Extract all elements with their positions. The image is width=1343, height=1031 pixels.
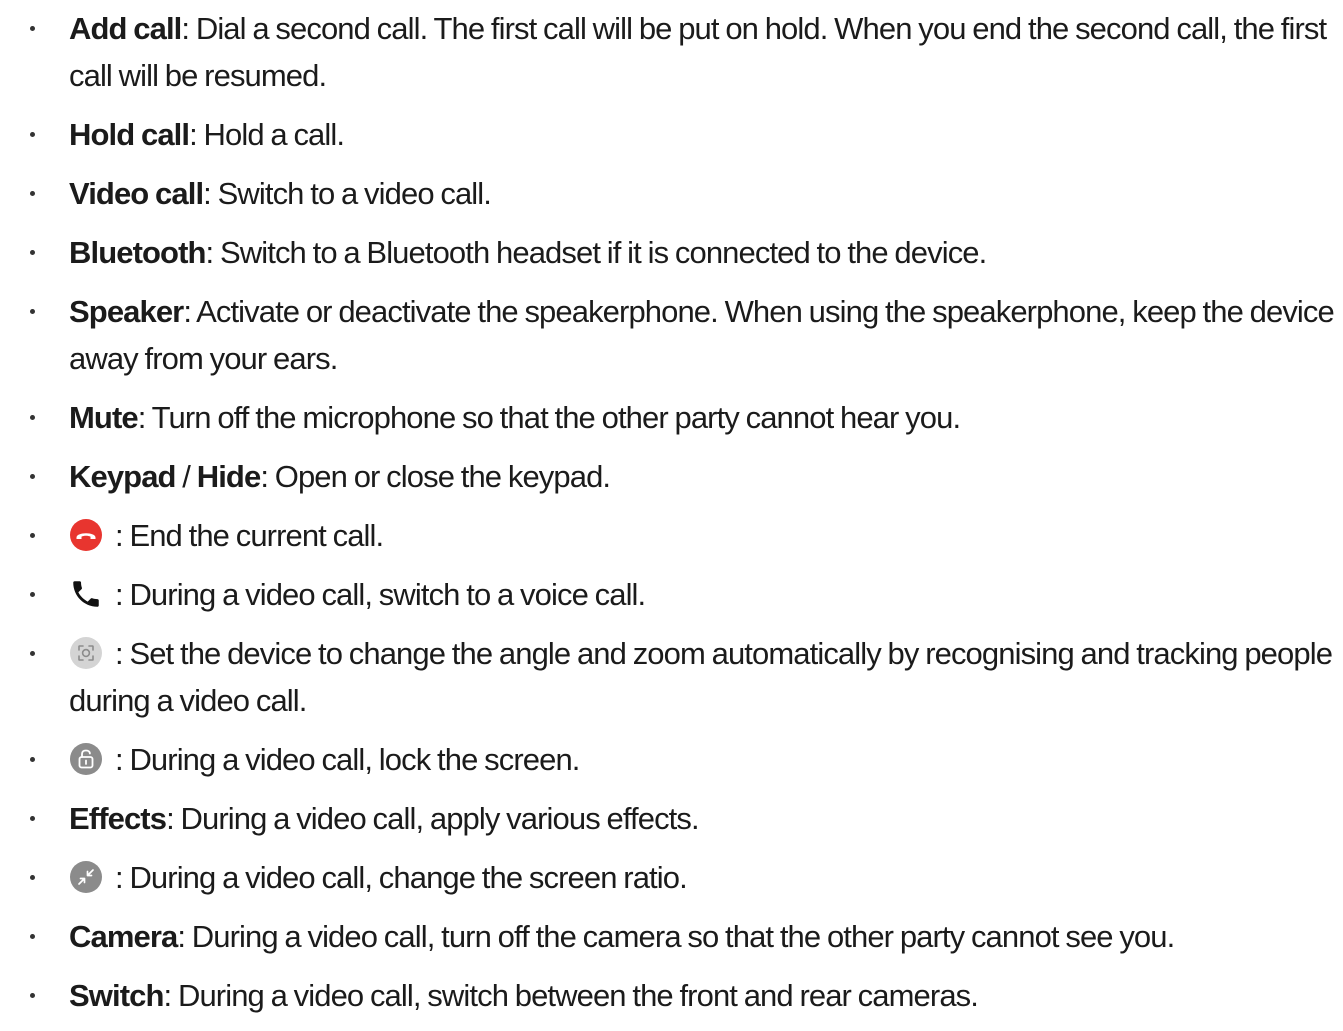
description: Switch to a Bluetooth headset if it is c… <box>219 235 987 270</box>
description: During a video call, switch to a voice c… <box>129 577 646 612</box>
bullet <box>30 132 35 137</box>
description: Turn off the microphone so that the othe… <box>151 400 961 435</box>
separator: : <box>166 801 181 836</box>
list-item-voice-call: : During a video call, switch to a voice… <box>0 571 1343 618</box>
separator: : <box>177 919 192 954</box>
list-item-effects: Effects: During a video call, apply vari… <box>0 795 1343 842</box>
call-options-list: Add call: Dial a second call. The first … <box>0 5 1343 1031</box>
separator: : <box>115 860 130 895</box>
phone-icon <box>69 577 103 611</box>
term-mute: Mute <box>69 400 139 435</box>
separator: : <box>203 176 218 211</box>
list-item-mute: Mute: Turn off the microphone so that th… <box>0 394 1343 441</box>
description: Set the device to change the angle and z… <box>69 636 1333 718</box>
description: Hold a call. <box>203 117 345 152</box>
separator: : <box>115 577 130 612</box>
lock-icon <box>69 742 103 776</box>
list-item-video-call: Video call: Switch to a video call. <box>0 170 1343 217</box>
list-item-add-call: Add call: Dial a second call. The first … <box>0 5 1343 99</box>
bullet <box>30 816 35 821</box>
bullet <box>30 533 35 538</box>
bullet <box>30 875 35 880</box>
separator: : <box>163 978 178 1013</box>
separator: : <box>260 459 275 494</box>
separator: : <box>115 518 130 553</box>
bullet <box>30 415 35 420</box>
separator: : <box>137 400 152 435</box>
list-item-camera: Camera: During a video call, turn off th… <box>0 913 1343 960</box>
term-bluetooth: Bluetooth <box>69 235 206 270</box>
bullet <box>30 993 35 998</box>
auto-framing-icon <box>69 636 103 670</box>
term-hold-call: Hold call <box>69 117 190 152</box>
bullet <box>30 592 35 597</box>
bullet <box>30 934 35 939</box>
term-camera: Camera <box>69 919 178 954</box>
list-item-speaker: Speaker: Activate or deactivate the spea… <box>0 288 1343 382</box>
description: During a video call, switch between the … <box>177 978 979 1013</box>
separator: : <box>205 235 220 270</box>
separator: : <box>115 636 130 671</box>
bullet <box>30 474 35 479</box>
separator: : <box>115 742 130 777</box>
term-switch: Switch <box>69 978 164 1013</box>
bullet <box>30 757 35 762</box>
bullet <box>30 26 35 31</box>
bullet <box>30 191 35 196</box>
list-item-keypad-hide: Keypad / Hide: Open or close the keypad. <box>0 453 1343 500</box>
end-call-icon <box>69 518 103 552</box>
list-item-screen-ratio: : During a video call, change the screen… <box>0 854 1343 901</box>
description: During a video call, change the screen r… <box>129 860 687 895</box>
separator: : <box>183 294 197 329</box>
description: End the current call. <box>129 518 384 553</box>
bullet <box>30 309 35 314</box>
description: During a video call, lock the screen. <box>129 742 580 777</box>
bullet <box>30 651 35 656</box>
term-keypad: Keypad <box>69 459 176 494</box>
description: During a video call, turn off the camera… <box>191 919 1175 954</box>
description: Switch to a video call. <box>217 176 492 211</box>
description: Dial a second call. The first call will … <box>69 11 1327 93</box>
list-item-end-call: : End the current call. <box>0 512 1343 559</box>
list-item-bluetooth: Bluetooth: Switch to a Bluetooth headset… <box>0 229 1343 276</box>
description: Activate or deactivate the speakerphone.… <box>69 294 1335 376</box>
description: Open or close the keypad. <box>274 459 611 494</box>
list-item-lock-screen: : During a video call, lock the screen. <box>0 736 1343 783</box>
screen-ratio-icon <box>69 860 103 894</box>
slash-separator: / <box>175 459 197 494</box>
list-item-auto-framing: : Set the device to change the angle and… <box>0 630 1343 724</box>
term-effects: Effects <box>69 801 167 836</box>
description: During a video call, apply various effec… <box>180 801 700 836</box>
bullet <box>30 250 35 255</box>
separator: : <box>181 11 196 46</box>
list-item-switch: Switch: During a video call, switch betw… <box>0 972 1343 1019</box>
term-speaker: Speaker <box>69 294 184 329</box>
term-hide: Hide <box>196 459 261 494</box>
term-video-call: Video call <box>69 176 204 211</box>
term-add-call: Add call <box>69 11 182 46</box>
separator: : <box>189 117 204 152</box>
list-item-hold-call: Hold call: Hold a call. <box>0 111 1343 158</box>
